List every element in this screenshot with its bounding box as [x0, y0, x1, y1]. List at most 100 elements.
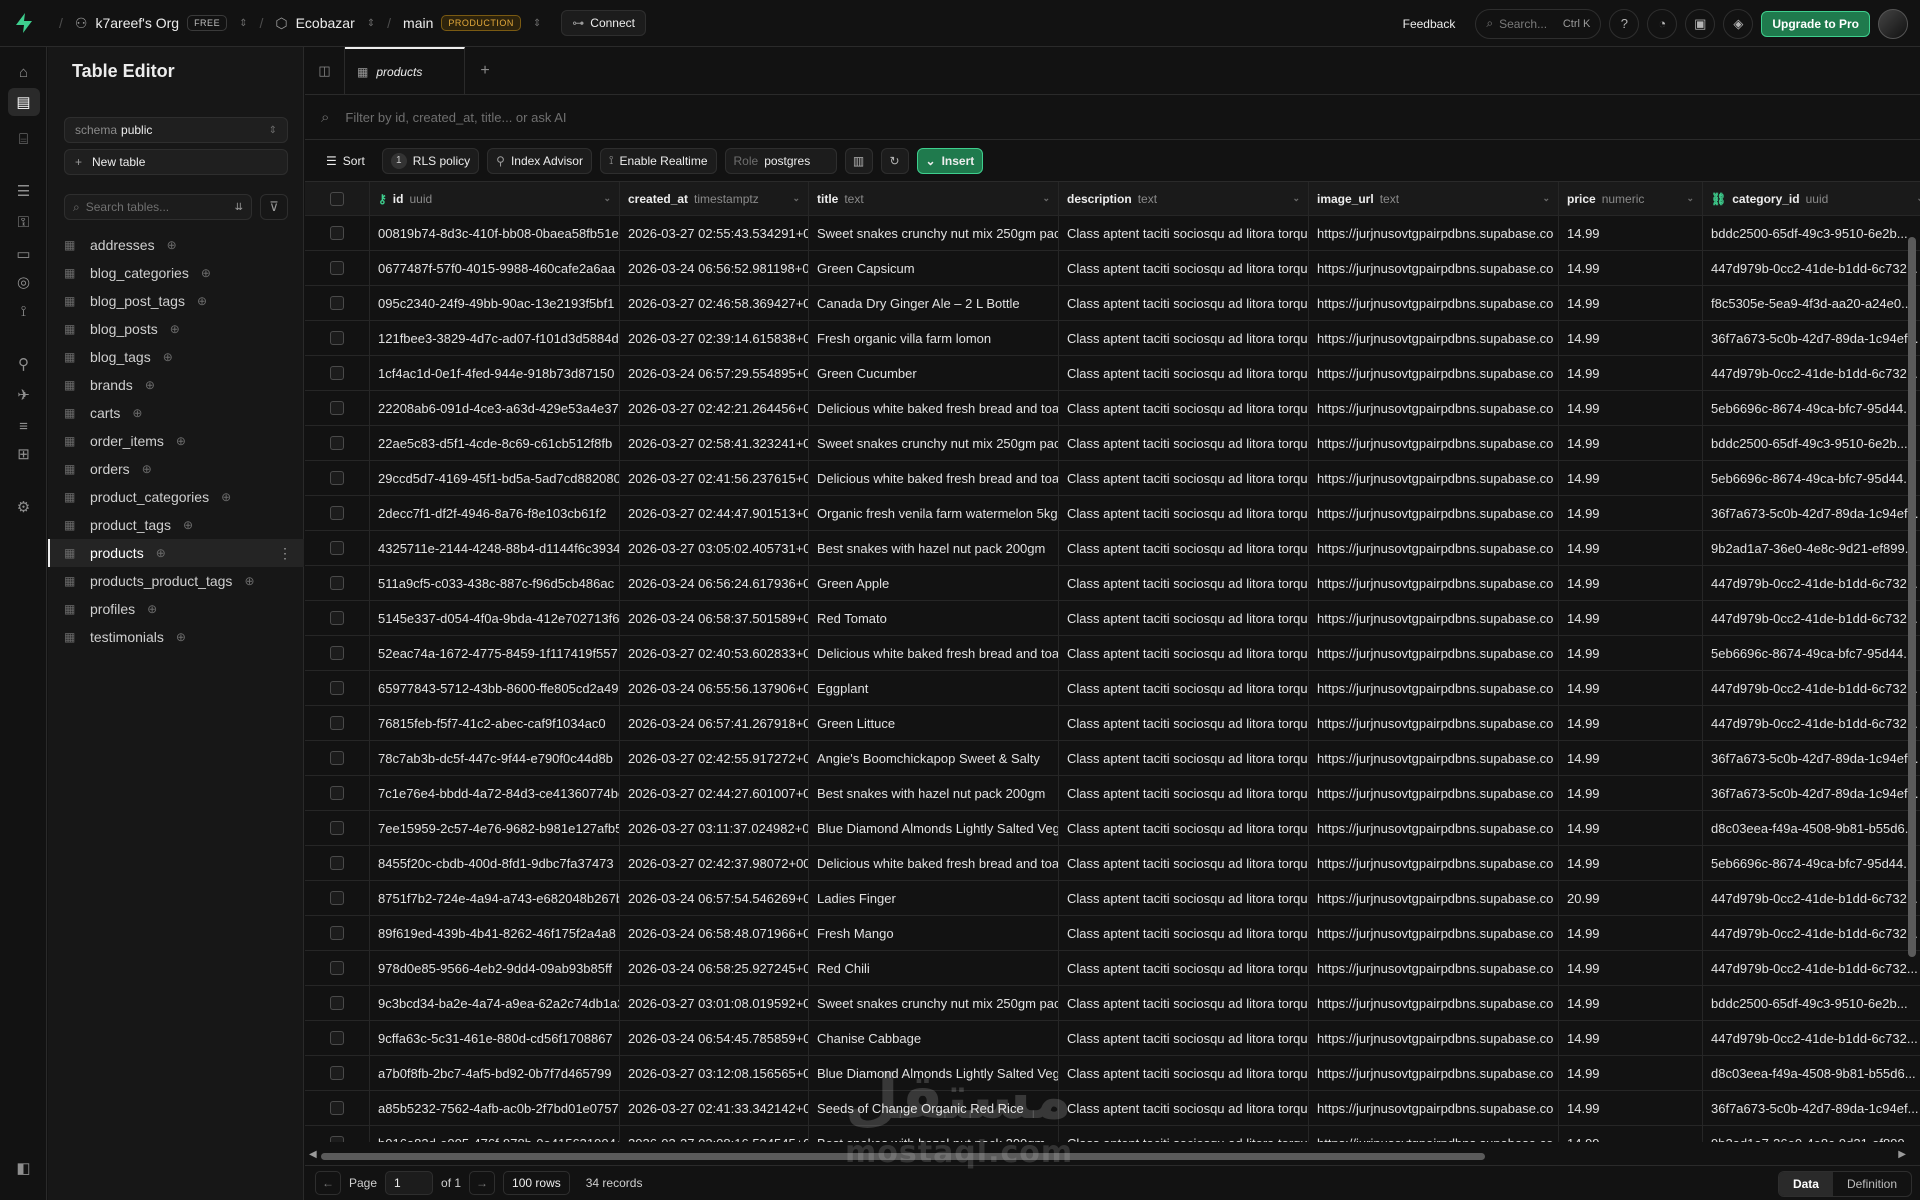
row-checkbox[interactable] — [305, 951, 370, 985]
table-row[interactable]: 978d0e85-9566-4eb2-9dd4-09ab93b85ff 2026-… — [305, 951, 1920, 986]
table-cell[interactable]: https://jurjnusovtgpairpdbns.supabase.co — [1309, 671, 1559, 705]
table-cell[interactable]: 9cffa63c-5c31-461e-880d-cd56f1708867 — [370, 1021, 620, 1055]
table-cell[interactable]: Class aptent taciti sociosqu ad litora t… — [1059, 566, 1309, 600]
row-checkbox[interactable] — [305, 776, 370, 810]
sidebar-item-carts[interactable]: ▦ carts ⊕ — [48, 399, 304, 427]
table-cell[interactable]: 2026-03-24 06:58:48.071966+00 — [620, 916, 809, 950]
table-cell[interactable]: https://jurjnusovtgpairpdbns.supabase.co — [1309, 986, 1559, 1020]
row-checkbox[interactable] — [305, 636, 370, 670]
table-cell[interactable]: Class aptent taciti sociosqu ad litora t… — [1059, 1126, 1309, 1142]
table-cell[interactable]: 2026-03-24 06:56:24.617936+00 — [620, 566, 809, 600]
table-cell[interactable]: 2026-03-24 06:58:25.927245+00 — [620, 951, 809, 985]
table-cell[interactable]: Class aptent taciti sociosqu ad litora t… — [1059, 1021, 1309, 1055]
table-cell[interactable]: 447d979b-0cc2-41de-b1dd-6c732... — [1703, 566, 1920, 600]
table-cell[interactable]: 14.99 — [1559, 1021, 1703, 1055]
integrations-icon[interactable]: ⊞ — [0, 439, 47, 469]
table-cell[interactable]: 14.99 — [1559, 986, 1703, 1020]
sidebar-item-brands[interactable]: ▦ brands ⊕ — [48, 371, 304, 399]
table-cell[interactable]: Class aptent taciti sociosqu ad litora t… — [1059, 846, 1309, 880]
row-checkbox[interactable] — [305, 531, 370, 565]
row-checkbox[interactable] — [305, 321, 370, 355]
terminal-icon[interactable]: ▣ — [1685, 8, 1716, 39]
table-row[interactable]: 22ae5c83-d5f1-4cde-8c69-c61cb512f8fb 2026… — [305, 426, 1920, 461]
table-cell[interactable]: 2026-03-24 06:55:56.137906+00 — [620, 671, 809, 705]
table-cell[interactable]: 447d979b-0cc2-41de-b1dd-6c732... — [1703, 706, 1920, 740]
table-cell[interactable]: Class aptent taciti sociosqu ad litora t… — [1059, 251, 1309, 285]
table-cell[interactable]: Class aptent taciti sociosqu ad litora t… — [1059, 1091, 1309, 1125]
table-cell[interactable]: Class aptent taciti sociosqu ad litora t… — [1059, 811, 1309, 845]
table-cell[interactable]: 447d979b-0cc2-41de-b1dd-6c732... — [1703, 601, 1920, 635]
table-cell[interactable]: 5eb6696c-8674-49ca-bfc7-95d44... — [1703, 461, 1920, 495]
sort-chevrons-icon[interactable]: ⇊ — [235, 202, 243, 213]
column-header-description[interactable]: description text ⌄ — [1059, 182, 1309, 215]
chevron-down-icon[interactable]: ⌄ — [1686, 193, 1694, 204]
table-cell[interactable]: Class aptent taciti sociosqu ad litora t… — [1059, 356, 1309, 390]
table-cell[interactable]: 5eb6696c-8674-49ca-bfc7-95d44... — [1703, 846, 1920, 880]
column-header-created-at[interactable]: created_at timestamptz ⌄ — [620, 182, 809, 215]
table-cell[interactable]: 2026-03-27 02:58:41.323241+00 — [620, 426, 809, 460]
table-cell[interactable]: https://jurjnusovtgpairpdbns.supabase.co — [1309, 391, 1559, 425]
select-all-checkbox[interactable] — [305, 182, 370, 215]
table-cell[interactable]: 14.99 — [1559, 706, 1703, 740]
table-cell[interactable]: a7b0f8fb-2bc7-4af5-bd92-0b7f7d465799 — [370, 1056, 620, 1090]
tab-products[interactable]: ▦ products — [345, 47, 465, 94]
row-checkbox[interactable] — [305, 461, 370, 495]
table-row[interactable]: 22208ab6-091d-4ce3-a63d-429e53a4e37 2026-… — [305, 391, 1920, 426]
table-cell[interactable]: 8751f7b2-724e-4a94-a743-e682048b267b — [370, 881, 620, 915]
sidebar-item-blog-posts[interactable]: ▦ blog_posts ⊕ — [48, 315, 304, 343]
table-row[interactable]: 121fbee3-3829-4d7c-ad07-f101d3d5884d 2026… — [305, 321, 1920, 356]
table-cell[interactable]: 14.99 — [1559, 636, 1703, 670]
upgrade-button[interactable]: Upgrade to Pro — [1761, 10, 1870, 37]
row-checkbox[interactable] — [305, 356, 370, 390]
table-cell[interactable]: 14.99 — [1559, 356, 1703, 390]
column-header-title[interactable]: title text ⌄ — [809, 182, 1059, 215]
table-row[interactable]: 89f619ed-439b-4b41-8262-46f175f2a4a8 2026… — [305, 916, 1920, 951]
table-cell[interactable]: https://jurjnusovtgpairpdbns.supabase.co — [1309, 426, 1559, 460]
table-cell[interactable]: Class aptent taciti sociosqu ad litora t… — [1059, 881, 1309, 915]
table-cell[interactable]: Delicious white baked fresh bread and to… — [809, 461, 1059, 495]
table-cell[interactable]: Class aptent taciti sociosqu ad litora t… — [1059, 706, 1309, 740]
table-cell[interactable]: 2026-03-27 02:42:37.98072+00 — [620, 846, 809, 880]
table-row[interactable]: 8455f20c-cbdb-400d-8fd1-9dbc7fa37473 2026… — [305, 846, 1920, 881]
table-cell[interactable]: https://jurjnusovtgpairpdbns.supabase.co — [1309, 216, 1559, 250]
table-cell[interactable]: 2026-03-27 03:11:37.024982+00 — [620, 811, 809, 845]
table-cell[interactable]: 14.99 — [1559, 601, 1703, 635]
sidebar-item-products[interactable]: ▦ products ⊕ ⋮ — [48, 539, 304, 567]
scroll-right-icon[interactable]: ▶ — [1898, 1149, 1906, 1160]
table-cell[interactable]: https://jurjnusovtgpairpdbns.supabase.co — [1309, 951, 1559, 985]
table-cell[interactable]: 2026-03-27 02:41:56.237615+00 — [620, 461, 809, 495]
table-cell[interactable]: 14.99 — [1559, 496, 1703, 530]
table-cell[interactable]: 78c7ab3b-dc5f-447c-9f44-e790f0c44d8b — [370, 741, 620, 775]
sidebar-item-product-categories[interactable]: ▦ product_categories ⊕ — [48, 483, 304, 511]
project-switcher[interactable]: ⬡ Ecobazar ⇕ — [275, 15, 375, 32]
table-cell[interactable]: 2026-03-24 06:58:37.501589+00 — [620, 601, 809, 635]
auth-icon[interactable]: ⚿ — [0, 207, 47, 237]
scroll-left-icon[interactable]: ◀ — [309, 1149, 317, 1160]
row-checkbox[interactable] — [305, 741, 370, 775]
table-cell[interactable]: Class aptent taciti sociosqu ad litora t… — [1059, 986, 1309, 1020]
table-cell[interactable]: https://jurjnusovtgpairpdbns.supabase.co — [1309, 1056, 1559, 1090]
table-cell[interactable]: 52eac74a-1672-4775-8459-1f117419f557 — [370, 636, 620, 670]
advisors-icon[interactable]: ⚲ — [0, 349, 47, 379]
table-row[interactable]: 52eac74a-1672-4775-8459-1f117419f557 2026… — [305, 636, 1920, 671]
table-cell[interactable]: Sweet snakes crunchy nut mix 250gm pack — [809, 426, 1059, 460]
sidebar-item-blog-categories[interactable]: ▦ blog_categories ⊕ — [48, 259, 304, 287]
table-cell[interactable]: https://jurjnusovtgpairpdbns.supabase.co — [1309, 286, 1559, 320]
role-selector[interactable]: Role postgres — [724, 147, 837, 174]
add-tab-icon[interactable]: + — [465, 47, 505, 94]
table-cell[interactable]: 36f7a673-5c0b-42d7-89da-1c94ef... — [1703, 1091, 1920, 1125]
table-row[interactable]: 511a9cf5-c033-438c-887c-f96d5cb486ac 2026… — [305, 566, 1920, 601]
more-options-icon[interactable]: ⋮ — [278, 545, 292, 562]
feedback-link[interactable]: Feedback — [1403, 17, 1456, 31]
table-cell[interactable]: 4325711e-2144-4248-88b4-d1144f6c3934 — [370, 531, 620, 565]
table-cell[interactable]: 095c2340-24f9-49bb-90ac-13e2193f5bf1 — [370, 286, 620, 320]
table-cell[interactable]: Fresh organic villa farm lomon — [809, 321, 1059, 355]
table-cell[interactable]: Best snakes with hazel nut pack 200gm — [809, 531, 1059, 565]
insert-button[interactable]: ⌄ Insert — [916, 147, 984, 174]
row-checkbox[interactable] — [305, 601, 370, 635]
table-cell[interactable]: bddc2500-65df-49c3-9510-6e2b... — [1703, 216, 1920, 250]
table-cell[interactable]: 2026-03-27 02:40:53.602833+00 — [620, 636, 809, 670]
table-row[interactable]: a85b5232-7562-4afb-ac0b-2f7bd01e0757 2026… — [305, 1091, 1920, 1126]
table-cell[interactable]: Class aptent taciti sociosqu ad litora t… — [1059, 916, 1309, 950]
table-row[interactable]: 5145e337-d054-4f0a-9bda-412e702713f6 2026… — [305, 601, 1920, 636]
